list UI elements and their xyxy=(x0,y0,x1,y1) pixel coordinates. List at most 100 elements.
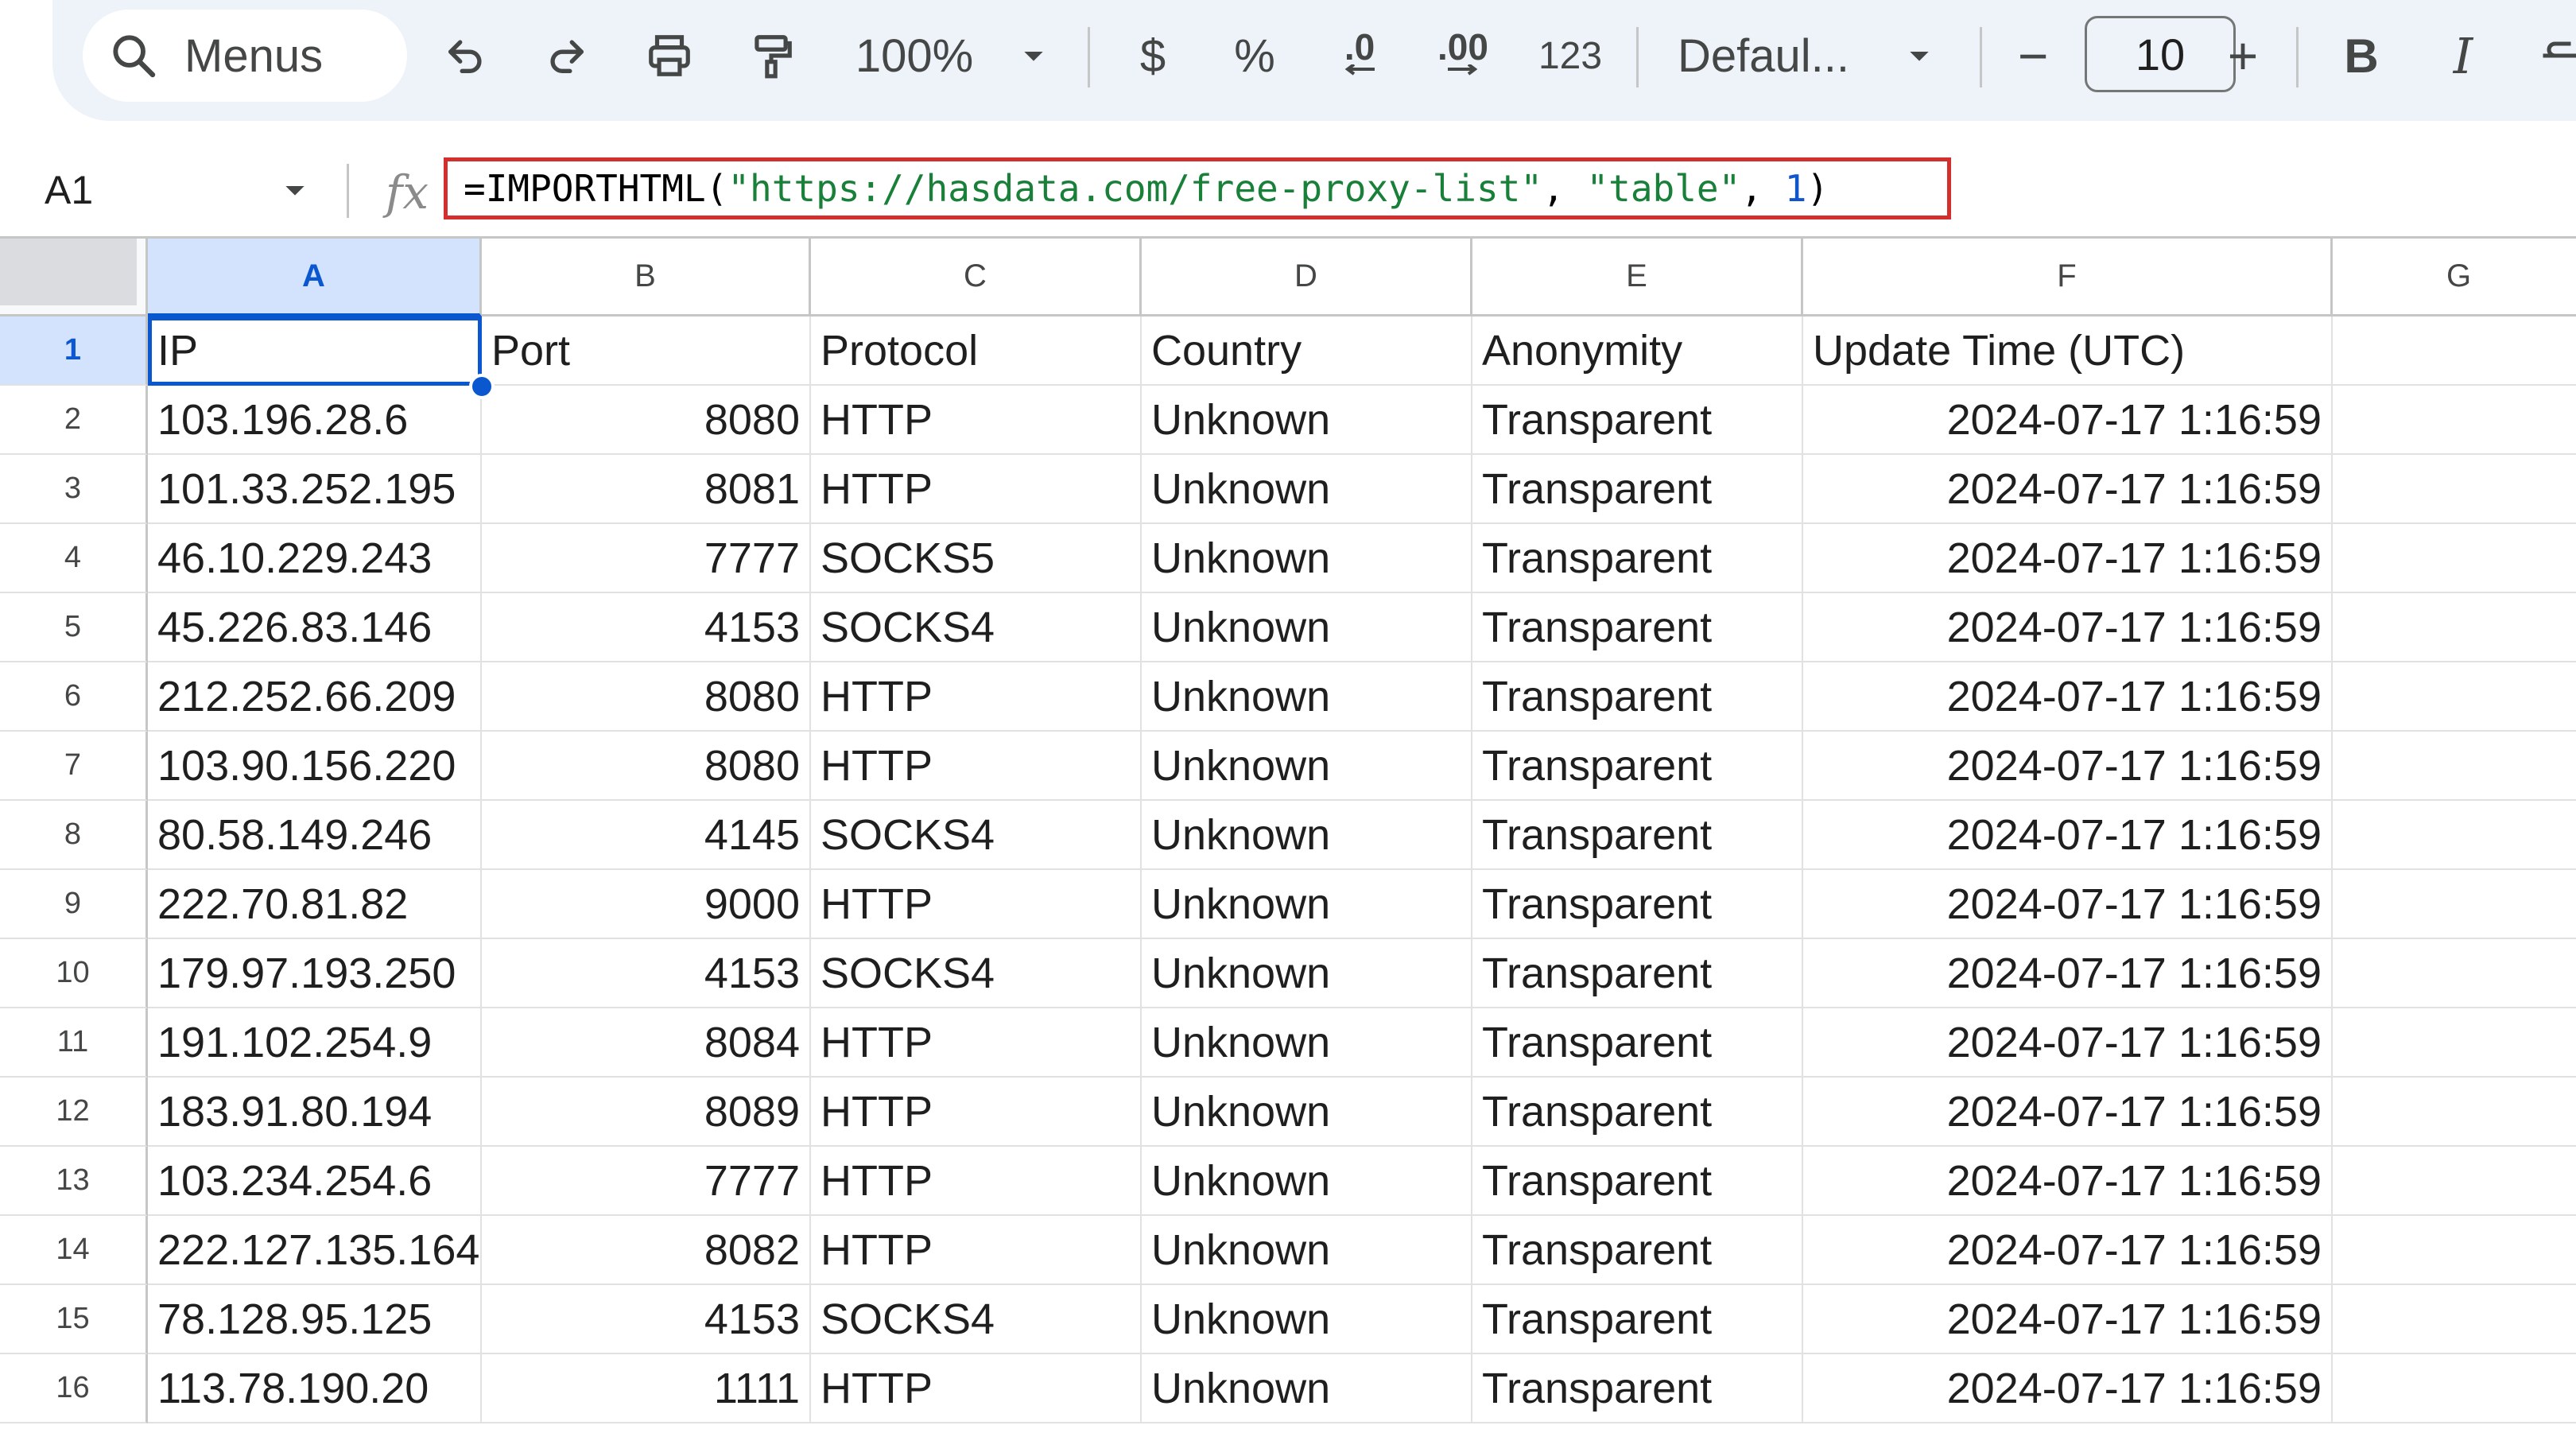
cell-a8[interactable]: 80.58.149.246 xyxy=(148,801,482,870)
cell-g15[interactable] xyxy=(2333,1285,2576,1354)
cell-g6[interactable] xyxy=(2333,662,2576,732)
cell-e10[interactable]: Transparent xyxy=(1472,939,1803,1008)
chevron-down-icon[interactable] xyxy=(275,170,315,210)
cell-c7[interactable]: HTTP xyxy=(811,732,1142,801)
cell-b16[interactable]: 1111 xyxy=(482,1354,811,1423)
cell-d6[interactable]: Unknown xyxy=(1142,662,1472,732)
cell-c16[interactable]: HTTP xyxy=(811,1354,1142,1423)
column-header-d[interactable]: D xyxy=(1142,239,1472,317)
column-header-a[interactable]: A xyxy=(148,239,482,317)
header-cell-c1[interactable]: Protocol xyxy=(811,317,1142,386)
cell-b14[interactable]: 8082 xyxy=(482,1216,811,1285)
cell-a4[interactable]: 46.10.229.243 xyxy=(148,524,482,593)
cell-a13[interactable]: 103.234.254.6 xyxy=(148,1147,482,1216)
cell-b8[interactable]: 4145 xyxy=(482,801,811,870)
row-header-15[interactable]: 15 xyxy=(0,1285,148,1354)
cell-g12[interactable] xyxy=(2333,1078,2576,1147)
row-header-2[interactable]: 2 xyxy=(0,386,148,455)
cell-e14[interactable]: Transparent xyxy=(1472,1216,1803,1285)
font-family-select[interactable]: Defaul... xyxy=(1678,0,1884,111)
row-header-4[interactable]: 4 xyxy=(0,524,148,593)
increase-font-size-button[interactable]: + xyxy=(2215,0,2271,111)
fill-handle[interactable] xyxy=(469,374,495,399)
cell-b13[interactable]: 7777 xyxy=(482,1147,811,1216)
cell-g2[interactable] xyxy=(2333,386,2576,455)
redo-icon[interactable] xyxy=(530,0,603,111)
cell-g4[interactable] xyxy=(2333,524,2576,593)
row-header-6[interactable]: 6 xyxy=(0,662,148,732)
cell-e16[interactable]: Transparent xyxy=(1472,1354,1803,1423)
currency-format-button[interactable]: $ xyxy=(1121,0,1185,111)
cell-g10[interactable] xyxy=(2333,939,2576,1008)
formula-input[interactable]: =IMPORTHTML("https://hasdata.com/free-pr… xyxy=(444,157,1951,219)
chevron-down-icon[interactable] xyxy=(1895,0,1943,111)
cell-b5[interactable]: 4153 xyxy=(482,593,811,662)
cell-a16[interactable]: 113.78.190.20 xyxy=(148,1354,482,1423)
cell-a12[interactable]: 183.91.80.194 xyxy=(148,1078,482,1147)
cell-c11[interactable]: HTTP xyxy=(811,1008,1142,1078)
cell-c10[interactable]: SOCKS4 xyxy=(811,939,1142,1008)
decrease-font-size-button[interactable]: − xyxy=(2005,0,2061,111)
cell-c13[interactable]: HTTP xyxy=(811,1147,1142,1216)
cell-f3[interactable]: 2024-07-17 1:16:59 xyxy=(1803,455,2333,524)
cell-c4[interactable]: SOCKS5 xyxy=(811,524,1142,593)
cell-e7[interactable]: Transparent xyxy=(1472,732,1803,801)
cell-a14[interactable]: 222.127.135.164 xyxy=(148,1216,482,1285)
undo-icon[interactable] xyxy=(429,0,502,111)
cell-g9[interactable] xyxy=(2333,870,2576,939)
font-size-input[interactable]: 10 xyxy=(2085,16,2236,92)
cell-b7[interactable]: 8080 xyxy=(482,732,811,801)
cell-b11[interactable]: 8084 xyxy=(482,1008,811,1078)
row-header-14[interactable]: 14 xyxy=(0,1216,148,1285)
cell-e12[interactable]: Transparent xyxy=(1472,1078,1803,1147)
header-cell-a1[interactable]: IP xyxy=(148,317,482,386)
cell-g13[interactable] xyxy=(2333,1147,2576,1216)
cell-d8[interactable]: Unknown xyxy=(1142,801,1472,870)
cell-f7[interactable]: 2024-07-17 1:16:59 xyxy=(1803,732,2333,801)
more-formats-button[interactable]: 123 xyxy=(1527,0,1614,111)
print-icon[interactable] xyxy=(633,0,706,111)
cell-d2[interactable]: Unknown xyxy=(1142,386,1472,455)
cell-g11[interactable] xyxy=(2333,1008,2576,1078)
cell-a9[interactable]: 222.70.81.82 xyxy=(148,870,482,939)
cell-f2[interactable]: 2024-07-17 1:16:59 xyxy=(1803,386,2333,455)
cell-g8[interactable] xyxy=(2333,801,2576,870)
row-header-1[interactable]: 1 xyxy=(0,317,148,386)
cell-a10[interactable]: 179.97.193.250 xyxy=(148,939,482,1008)
cell-f5[interactable]: 2024-07-17 1:16:59 xyxy=(1803,593,2333,662)
cell-d16[interactable]: Unknown xyxy=(1142,1354,1472,1423)
column-header-c[interactable]: C xyxy=(811,239,1142,317)
cell-f14[interactable]: 2024-07-17 1:16:59 xyxy=(1803,1216,2333,1285)
cell-c2[interactable]: HTTP xyxy=(811,386,1142,455)
header-cell-f1[interactable]: Update Time (UTC) xyxy=(1803,317,2333,386)
cell-c9[interactable]: HTTP xyxy=(811,870,1142,939)
cell-f9[interactable]: 2024-07-17 1:16:59 xyxy=(1803,870,2333,939)
cell-e11[interactable]: Transparent xyxy=(1472,1008,1803,1078)
italic-button[interactable]: I xyxy=(2431,0,2495,111)
strikethrough-icon[interactable] xyxy=(2533,0,2576,111)
menus-search-button[interactable]: Menus xyxy=(83,10,407,102)
row-header-10[interactable]: 10 xyxy=(0,939,148,1008)
chevron-down-icon[interactable] xyxy=(1010,0,1057,111)
cell-f13[interactable]: 2024-07-17 1:16:59 xyxy=(1803,1147,2333,1216)
cell-d9[interactable]: Unknown xyxy=(1142,870,1472,939)
column-header-e[interactable]: E xyxy=(1472,239,1803,317)
cell-b4[interactable]: 7777 xyxy=(482,524,811,593)
cell-g5[interactable] xyxy=(2333,593,2576,662)
cell-b15[interactable]: 4153 xyxy=(482,1285,811,1354)
cell-a5[interactable]: 45.226.83.146 xyxy=(148,593,482,662)
row-header-8[interactable]: 8 xyxy=(0,801,148,870)
cell-c15[interactable]: SOCKS4 xyxy=(811,1285,1142,1354)
cell-c8[interactable]: SOCKS4 xyxy=(811,801,1142,870)
row-header-3[interactable]: 3 xyxy=(0,455,148,524)
cell-e2[interactable]: Transparent xyxy=(1472,386,1803,455)
paint-format-icon[interactable] xyxy=(735,0,808,111)
cell-b10[interactable]: 4153 xyxy=(482,939,811,1008)
row-header-12[interactable]: 12 xyxy=(0,1078,148,1147)
cell-d7[interactable]: Unknown xyxy=(1142,732,1472,801)
zoom-select[interactable]: 100% xyxy=(843,0,986,111)
cell-d13[interactable]: Unknown xyxy=(1142,1147,1472,1216)
cell-e4[interactable]: Transparent xyxy=(1472,524,1803,593)
header-cell-d1[interactable]: Country xyxy=(1142,317,1472,386)
cell-c3[interactable]: HTTP xyxy=(811,455,1142,524)
